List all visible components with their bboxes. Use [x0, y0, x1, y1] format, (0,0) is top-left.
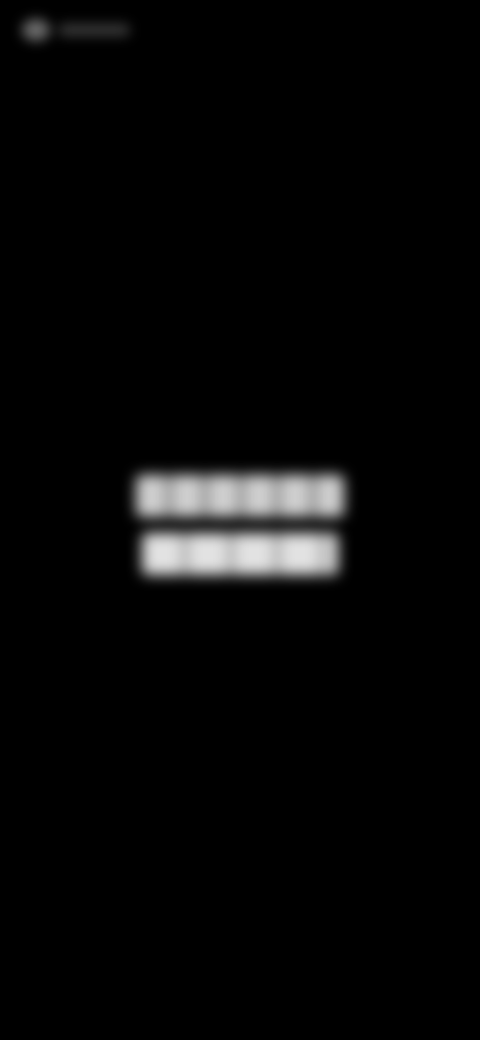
- blurred-status-icon: [22, 19, 50, 41]
- status-text-placeholder: [58, 24, 130, 36]
- status-indicator: [22, 14, 130, 46]
- message-line-2: [142, 533, 338, 575]
- center-message: [120, 450, 360, 600]
- blurred-screen: [0, 0, 480, 1040]
- message-line-1: [136, 475, 344, 517]
